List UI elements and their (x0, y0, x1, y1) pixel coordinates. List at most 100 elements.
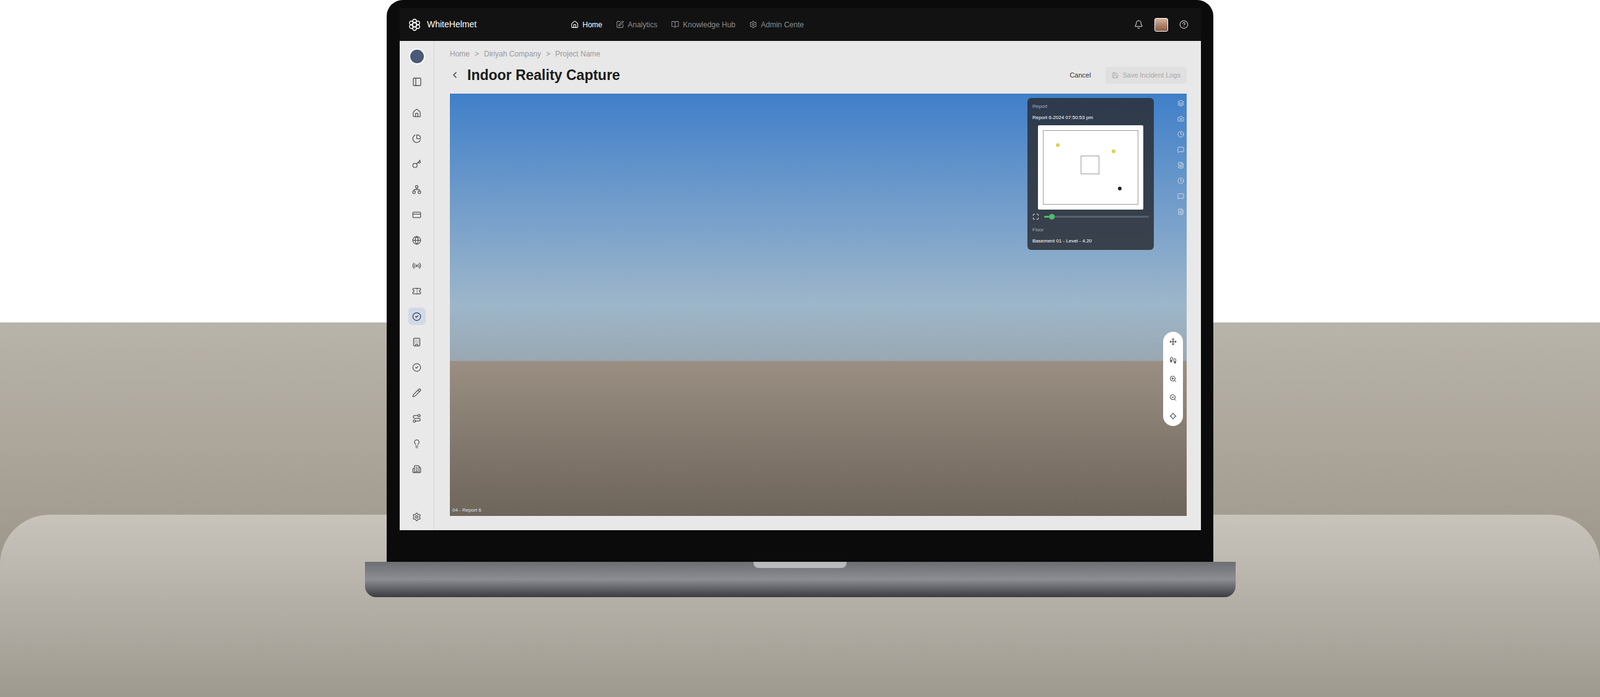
sidebar-item-icon (412, 235, 422, 245)
viewer-tool-icon[interactable] (1169, 374, 1177, 383)
viewer-tool-icon[interactable] (1169, 356, 1177, 364)
sidebar-item[interactable] (408, 154, 426, 173)
sidebar-item[interactable] (408, 434, 426, 452)
title-row: Indoor Reality Capture Cancel Save Inciden… (449, 64, 1187, 87)
sidebar-item-icon (412, 133, 422, 144)
report-value[interactable]: Report 6-2024 07:50:53 pm (1032, 114, 1149, 122)
actions: Cancel Save Incident Logs (1063, 66, 1187, 84)
tool-icon[interactable] (1177, 115, 1185, 123)
report-label: Report (1032, 102, 1149, 111)
nav-item[interactable]: Knowledge Hub (671, 19, 736, 31)
sidebar-item-icon (412, 464, 422, 474)
nav-item-icon (570, 20, 579, 29)
sidebar-item[interactable] (408, 281, 426, 300)
timeline-thumb[interactable] (1049, 213, 1055, 220)
nav-pill (1163, 331, 1183, 426)
sidebar (399, 40, 435, 530)
help-icon[interactable] (1179, 19, 1189, 30)
floor-plan-pin (1055, 143, 1060, 147)
avatar[interactable] (1154, 17, 1169, 32)
page-title: Indoor Reality Capture (467, 64, 621, 87)
screen: WhiteHelmet Home Analytics Knowledge Hub Adm… (399, 8, 1201, 530)
sidebar-item[interactable] (408, 332, 426, 351)
sidebar-items (408, 104, 426, 478)
nav-item[interactable]: Admin Cente (749, 19, 804, 31)
floor-label: Floor (1032, 226, 1149, 234)
sidebar-item-icon (412, 108, 422, 118)
sidebar-item-icon (412, 337, 422, 347)
nav-items: Home Analytics Knowledge Hub Admin Cente (570, 19, 804, 31)
sidebar-item[interactable] (408, 104, 426, 122)
sidebar-item[interactable] (408, 307, 426, 325)
brand-name: WhiteHelmet (426, 17, 477, 31)
sidebar-item-icon (412, 311, 422, 321)
sidebar-item[interactable] (408, 408, 426, 427)
sidebar-item-icon (412, 260, 422, 271)
cancel-button[interactable]: Cancel (1063, 66, 1097, 84)
laptop: WhiteHelmet Home Analytics Knowledge Hub Adm… (364, 0, 1236, 697)
sidebar-item[interactable] (408, 256, 426, 274)
tool-icon[interactable] (1177, 99, 1185, 107)
sidebar-item[interactable] (408, 205, 426, 224)
back-icon[interactable] (449, 70, 460, 80)
viewer-ground (449, 360, 1187, 516)
nav-item-icon (749, 20, 758, 29)
floor-plan-pin (1111, 149, 1116, 154)
laptop-bezel: WhiteHelmet Home Analytics Knowledge Hub Adm… (386, 0, 1214, 562)
floor-plan[interactable] (1037, 125, 1144, 210)
sidebar-item-icon (412, 362, 422, 372)
sidebar-item[interactable] (408, 459, 426, 478)
timeline-fill (1044, 215, 1050, 218)
viewer-tool-icon[interactable] (1169, 412, 1177, 420)
sidebar-item[interactable] (408, 383, 426, 401)
floor-plan-core (1080, 155, 1100, 175)
sidebar-item[interactable] (408, 129, 426, 147)
tool-icon[interactable] (1177, 146, 1185, 154)
tool-icon[interactable] (1177, 208, 1185, 216)
sidebar-item[interactable] (408, 180, 426, 198)
body: Home>Diriyah Company>Project NameIndoor … (399, 40, 1201, 530)
floor-plan-outline (1042, 130, 1139, 205)
viewer-tool-icon[interactable] (1169, 337, 1177, 346)
viewer-caption: 04 - Report 6 (452, 506, 482, 514)
fullscreen-icon[interactable] (1032, 213, 1040, 220)
nav-item[interactable]: Analytics (615, 19, 658, 31)
brand[interactable]: WhiteHelmet (407, 17, 532, 33)
viewer-tool-icon[interactable] (1169, 393, 1177, 401)
sidebar-item-icon (412, 438, 422, 449)
nav-item[interactable]: Home (570, 19, 603, 31)
top-nav: WhiteHelmet Home Analytics Knowledge Hub Adm… (399, 8, 1201, 41)
tool-icon[interactable] (1177, 130, 1185, 138)
sidebar-item-icon (412, 413, 422, 423)
org-logo[interactable] (408, 48, 426, 65)
sidebar-item[interactable] (408, 358, 426, 376)
sidebar-item-icon (412, 159, 422, 169)
breadcrumb-item[interactable]: Home (449, 48, 470, 60)
tool-icon[interactable] (1177, 161, 1185, 169)
nav-actions (1134, 17, 1194, 32)
sidebar-item[interactable] (408, 231, 426, 249)
side-tools (1177, 99, 1185, 216)
breadcrumb-separator: > (545, 48, 551, 60)
timeline-slider[interactable] (1044, 215, 1149, 218)
tool-icon[interactable] (1177, 177, 1185, 185)
bell-icon[interactable] (1134, 19, 1144, 30)
laptop-base (364, 561, 1236, 597)
save-icon (1111, 71, 1119, 79)
sidebar-item-icon (412, 184, 422, 194)
tool-icon[interactable] (1177, 192, 1185, 200)
logo-icon (407, 17, 422, 33)
breadcrumb-item[interactable]: Diriyah Company (483, 48, 541, 60)
main: Home>Diriyah Company>Project NameIndoor … (434, 40, 1201, 530)
floor-value[interactable]: Basement 01 - Level - 4.20 (1032, 237, 1149, 245)
breadcrumb-item[interactable]: Project Name (555, 48, 601, 60)
gear-icon[interactable] (412, 511, 422, 522)
panel-toggle-icon[interactable] (412, 76, 422, 87)
save-button[interactable]: Save Incident Logs (1105, 66, 1187, 84)
nav-item-icon (615, 20, 625, 29)
sidebar-item-icon (412, 286, 422, 296)
page: WhiteHelmet Home Analytics Knowledge Hub Adm… (0, 0, 1600, 697)
report-panel: Report Report 6-2024 07:50:53 pm Floor Base… (1027, 97, 1154, 250)
capture-viewer[interactable]: Report Report 6-2024 07:50:53 pm Floor Base… (449, 93, 1187, 516)
breadcrumb: Home>Diriyah Company>Project Name (449, 48, 1187, 60)
